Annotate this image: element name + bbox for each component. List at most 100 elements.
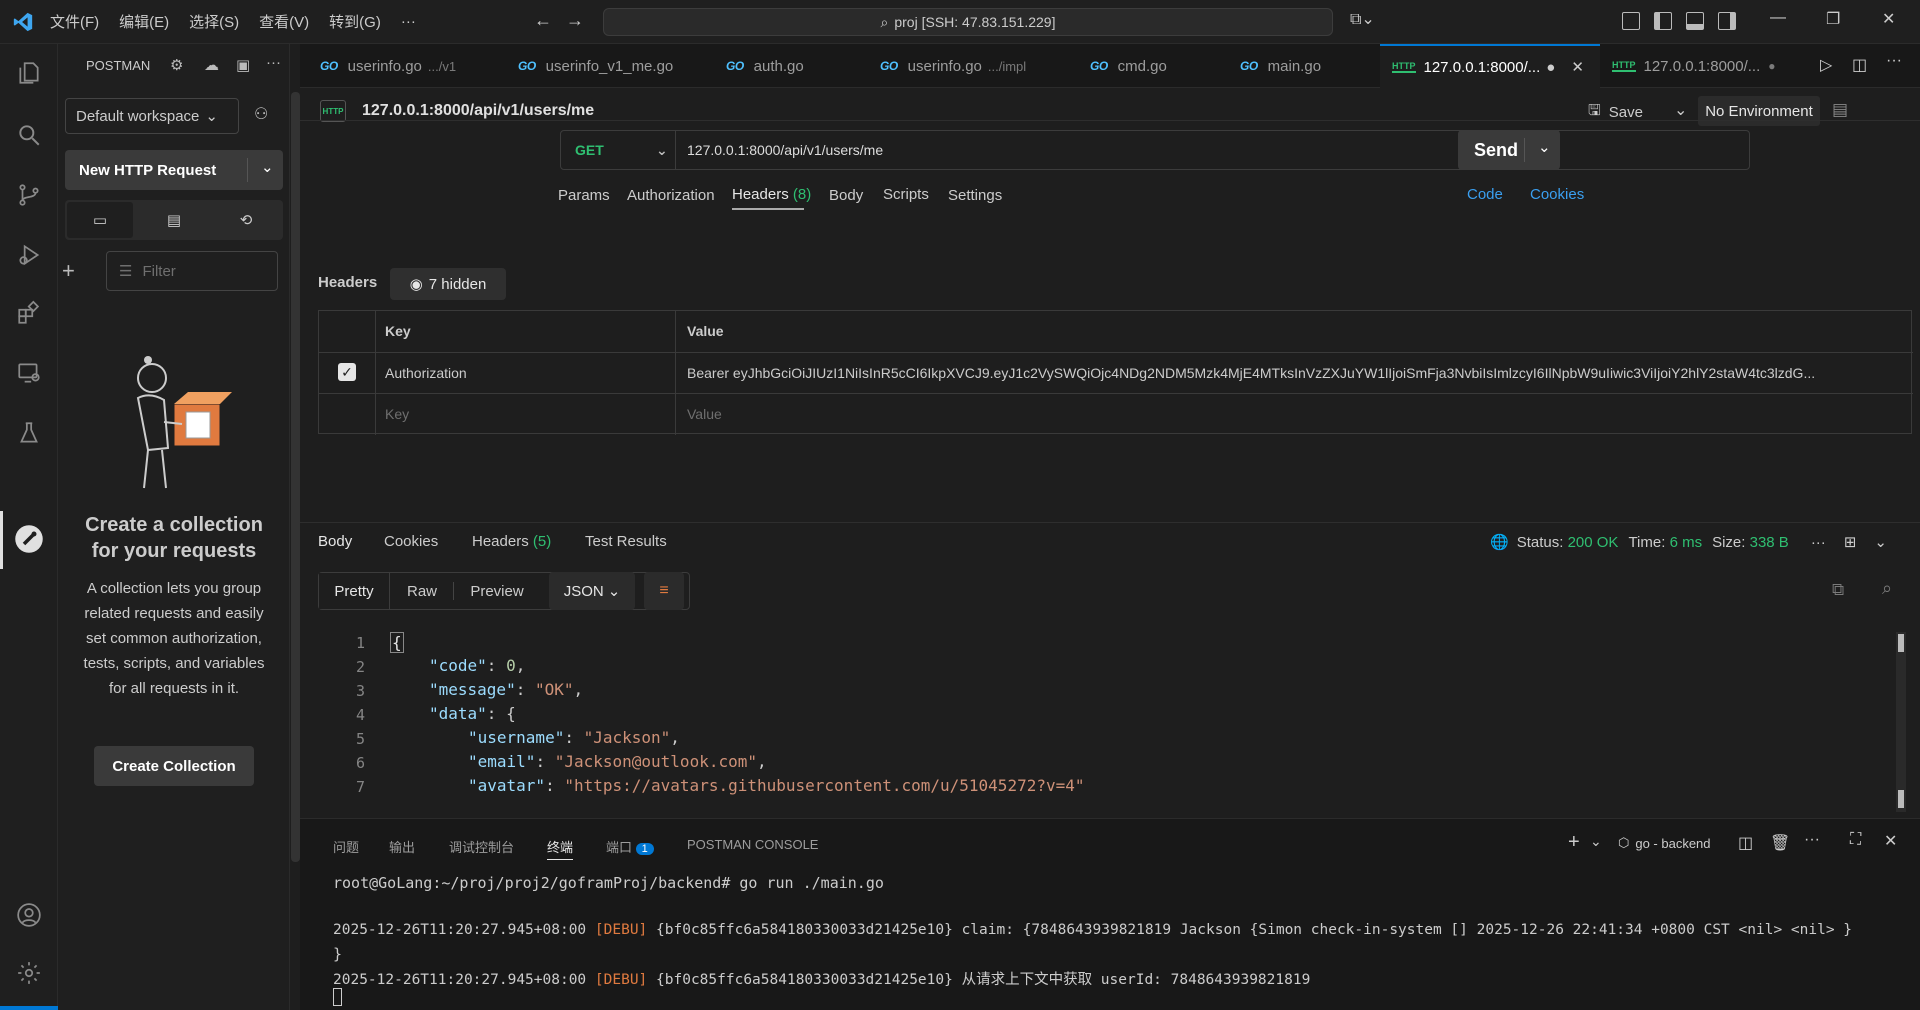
- cookies-link[interactable]: Cookies: [1530, 186, 1584, 203]
- wrap-lines-icon[interactable]: ≡: [644, 572, 684, 610]
- panel-tab-output[interactable]: 输出: [389, 837, 415, 856]
- toggle-secondary-sidebar-icon[interactable]: [1718, 12, 1736, 30]
- run-icon[interactable]: ▷: [1820, 55, 1832, 75]
- collapse-chevron-icon[interactable]: ⌄: [1874, 533, 1887, 551]
- menu-file[interactable]: 文件(F): [40, 11, 109, 32]
- menu-selection[interactable]: 选择(S): [179, 11, 249, 32]
- chevron-down-icon[interactable]: ⌄: [261, 158, 274, 176]
- globe-icon[interactable]: 🌐: [1490, 533, 1509, 551]
- chevron-down-icon[interactable]: ⌄: [1590, 833, 1602, 850]
- new-key-input[interactable]: Key: [385, 406, 409, 422]
- send-button[interactable]: Send ⌄: [1458, 130, 1560, 170]
- response-tab-cookies[interactable]: Cookies: [384, 533, 438, 550]
- environment-quicklook-icon[interactable]: ▤: [1832, 100, 1848, 120]
- command-center-search[interactable]: ⌕ proj [SSH: 47.83.151.229]: [603, 8, 1333, 36]
- tab-settings[interactable]: Settings: [948, 187, 1002, 204]
- toggle-sidebar-icon[interactable]: [1654, 12, 1672, 30]
- postman-icon[interactable]: [14, 524, 44, 554]
- menu-view[interactable]: 查看(V): [249, 11, 319, 32]
- header-key-cell[interactable]: Authorization: [385, 365, 467, 381]
- view-preview[interactable]: Preview: [454, 573, 540, 609]
- new-terminal-icon[interactable]: +: [1568, 831, 1580, 854]
- tab-main[interactable]: GO main.go: [1240, 44, 1350, 88]
- copilot-icon[interactable]: ⧉⌄: [1350, 9, 1375, 29]
- view-raw[interactable]: Raw: [391, 573, 453, 609]
- method-select[interactable]: GET ⌄: [561, 131, 676, 169]
- time-value[interactable]: 6 ms: [1670, 534, 1703, 551]
- new-value-input[interactable]: Value: [687, 406, 722, 422]
- tab-body[interactable]: Body: [829, 187, 863, 204]
- split-terminal-icon[interactable]: ◫: [1738, 833, 1753, 853]
- terminal-selector[interactable]: ⬡ go - backend: [1618, 835, 1711, 851]
- view-pretty[interactable]: Pretty: [319, 573, 390, 609]
- tab-userinfo-impl[interactable]: GO userinfo.go .../impl: [880, 44, 1060, 88]
- tab-authorization[interactable]: Authorization: [627, 187, 715, 204]
- run-debug-icon[interactable]: [14, 240, 44, 270]
- trash-icon[interactable]: 🗑: [1770, 833, 1790, 853]
- url-input[interactable]: 127.0.0.1:8000/api/v1/users/me: [687, 142, 883, 158]
- environments-view-icon[interactable]: ▤: [141, 202, 207, 238]
- extensions-icon[interactable]: [14, 298, 44, 328]
- tab-params[interactable]: Params: [558, 187, 610, 204]
- header-enabled-checkbox[interactable]: ✓: [338, 363, 356, 381]
- create-collection-button[interactable]: Create Collection: [94, 746, 254, 786]
- api-icon[interactable]: ⚙: [170, 56, 183, 74]
- history-view-icon[interactable]: ⟲: [213, 202, 279, 238]
- hidden-headers-toggle[interactable]: ◉ 7 hidden: [390, 268, 506, 300]
- menu-go[interactable]: 转到(G): [319, 11, 391, 32]
- save-button[interactable]: 🖫 Save: [1588, 100, 1643, 125]
- layout-customize-icon[interactable]: [1622, 12, 1640, 30]
- request-title[interactable]: 127.0.0.1:8000/api/v1/users/me: [362, 102, 594, 120]
- status-value[interactable]: 200 OK: [1568, 534, 1619, 551]
- cloud-icon[interactable]: ☁: [204, 56, 219, 74]
- copy-icon[interactable]: ⧉: [1832, 580, 1844, 600]
- more-icon[interactable]: ···: [1811, 534, 1826, 551]
- minimize-icon[interactable]: —: [1770, 9, 1786, 27]
- header-value-cell[interactable]: Bearer eyJhbGciOiJIUzI1NiIsInR5cCI6IkpXV…: [687, 365, 1897, 381]
- split-editor-icon[interactable]: ◫: [1852, 55, 1867, 75]
- back-arrow-icon[interactable]: ←: [534, 10, 552, 31]
- response-tab-test-results[interactable]: Test Results: [585, 533, 667, 550]
- close-panel-icon[interactable]: ✕: [1884, 831, 1897, 851]
- new-http-request-button[interactable]: New HTTP Request ⌄: [65, 150, 283, 190]
- tab-auth[interactable]: GO auth.go: [726, 44, 846, 88]
- filter-input[interactable]: ☰ Filter: [106, 251, 278, 291]
- panel-tab-ports[interactable]: 端口 1: [606, 837, 654, 856]
- invite-user-icon[interactable]: ⚇: [254, 104, 268, 124]
- environment-select[interactable]: No Environment: [1698, 96, 1820, 126]
- code-link[interactable]: Code: [1467, 186, 1503, 203]
- tab-userinfo-v1[interactable]: GO userinfo.go .../v1: [320, 44, 480, 88]
- maximize-panel-icon[interactable]: ⛶: [1850, 831, 1861, 849]
- panel-tab-debug-console[interactable]: 调试控制台: [449, 837, 514, 856]
- testing-flask-icon[interactable]: [14, 418, 44, 448]
- response-tab-body[interactable]: Body: [318, 533, 352, 550]
- search-activity-icon[interactable]: [14, 120, 44, 150]
- more-icon[interactable]: ···: [1804, 831, 1820, 849]
- remote-explorer-icon[interactable]: [14, 358, 44, 388]
- tab-userinfo-v1-me[interactable]: GO userinfo_v1_me.go: [518, 44, 708, 88]
- workspace-select[interactable]: Default workspace ⌄: [65, 98, 239, 134]
- menu-more[interactable]: ···: [391, 13, 426, 30]
- close-window-icon[interactable]: ✕: [1882, 9, 1895, 29]
- layout-icon[interactable]: ⊞: [1844, 533, 1857, 551]
- add-icon[interactable]: +: [62, 258, 75, 284]
- tab-http-active[interactable]: HTTP 127.0.0.1:8000/... ● ✕: [1380, 44, 1600, 88]
- more-actions-icon[interactable]: ···: [1886, 52, 1902, 70]
- accounts-icon[interactable]: [14, 900, 44, 930]
- explorer-icon[interactable]: [14, 58, 44, 88]
- more-icon[interactable]: ···: [266, 54, 281, 71]
- response-scrollbar[interactable]: [1896, 632, 1906, 812]
- panel-tab-problems[interactable]: 问题: [333, 837, 359, 856]
- search-response-icon[interactable]: ⌕: [1882, 578, 1892, 599]
- send-options-chevron-icon[interactable]: ⌄: [1538, 138, 1551, 156]
- forward-arrow-icon[interactable]: →: [566, 10, 584, 31]
- menu-edit[interactable]: 编辑(E): [109, 11, 179, 32]
- collections-view-icon[interactable]: ▭: [67, 202, 133, 238]
- terminal-icon[interactable]: ▣: [236, 56, 250, 74]
- panel-tab-terminal[interactable]: 终端: [547, 837, 574, 860]
- panel-tab-postman-console[interactable]: POSTMAN CONSOLE: [687, 837, 818, 852]
- tab-headers[interactable]: Headers (8): [732, 186, 811, 203]
- tab-cmd[interactable]: GO cmd.go: [1090, 44, 1200, 88]
- tab-http-2[interactable]: HTTP 127.0.0.1:8000/... ●: [1604, 44, 1776, 88]
- restore-icon[interactable]: ❐: [1826, 9, 1840, 29]
